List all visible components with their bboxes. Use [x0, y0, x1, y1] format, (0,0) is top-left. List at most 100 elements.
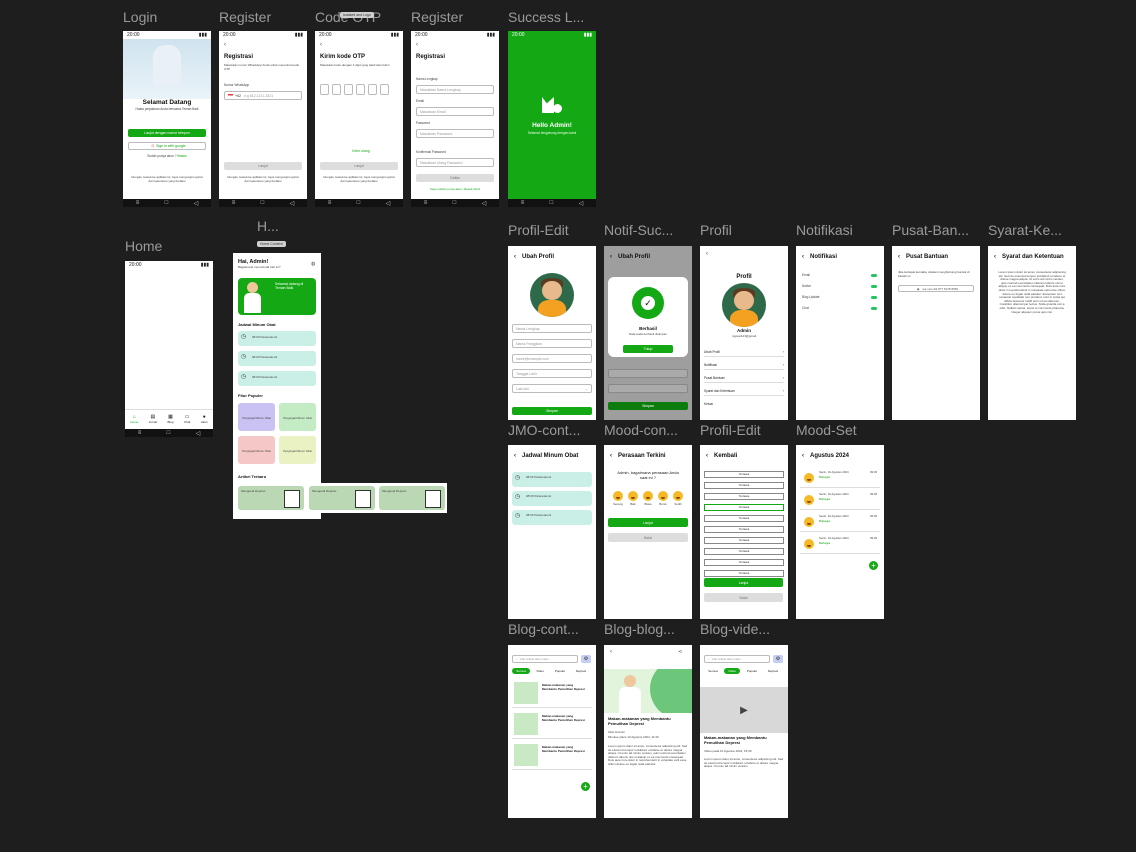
otp-digit-box[interactable]: [320, 84, 329, 95]
otp-digit-box[interactable]: [332, 84, 341, 95]
phone-login-button[interactable]: Lanjut dengan nomor telepon: [128, 129, 206, 137]
tab-video[interactable]: Video: [724, 668, 740, 674]
nav-jurnal[interactable]: ▤ Jurnal: [149, 414, 157, 424]
batal-button[interactable]: Batal: [704, 593, 783, 602]
search-input[interactable]: ⌕ Cari artikel atau video: [704, 655, 770, 663]
notif-toggle[interactable]: [871, 285, 877, 288]
frame-label-profil[interactable]: Profil: [700, 222, 732, 238]
menu-item-notifikasi[interactable]: Notifikasi ›: [704, 360, 784, 370]
mood-entry[interactable]: Senin, 19 Agustus 2024 Bahagia 09:00: [800, 513, 880, 532]
obat-card[interactable]: ◷ 08:00 Paracetamol: [512, 491, 592, 506]
search-input[interactable]: ⌕ Cari artikel atau video: [512, 655, 578, 663]
tab-populer[interactable]: Populer: [744, 668, 760, 674]
mood-option[interactable]: Tertawa: [704, 504, 784, 511]
fitur-card[interactable]: Pengingat Minum Obat: [279, 436, 316, 464]
bell-icon[interactable]: ◍: [311, 261, 315, 267]
mood-option[interactable]: Tertawa: [704, 537, 784, 544]
frame-label-blog-blog[interactable]: Blog-blog...: [604, 621, 675, 637]
nav-home[interactable]: ⌂ Home: [130, 414, 138, 424]
menu-item-bantuan[interactable]: Pusat Bantuan ›: [704, 373, 784, 383]
otp-digit-box[interactable]: [368, 84, 377, 95]
otp-digit-box[interactable]: [356, 84, 365, 95]
back-arrow-icon[interactable]: ‹: [898, 254, 900, 260]
back-arrow-icon[interactable]: ‹: [706, 453, 708, 459]
frame-label-success[interactable]: Success L...: [508, 9, 584, 25]
menu-item-keluar[interactable]: Keluar: [704, 399, 784, 408]
emoji-sedih-icon[interactable]: [673, 491, 683, 501]
mood-option[interactable]: Tertawa: [704, 526, 784, 533]
back-icon[interactable]: ◁: [386, 200, 391, 207]
nav-chat[interactable]: ▭ Chat: [184, 414, 190, 424]
back-icon[interactable]: ◁: [290, 200, 295, 207]
filter-icon[interactable]: ⚙: [773, 655, 783, 663]
resend-link[interactable]: Kirim ulang: [352, 149, 370, 153]
tab-semua[interactable]: Semua: [704, 668, 722, 674]
nav-blog[interactable]: ▦ Blog: [167, 414, 173, 424]
back-arrow-icon[interactable]: ‹: [994, 254, 996, 260]
frame-label-mood-con[interactable]: Mood-con...: [604, 422, 678, 438]
blog-item[interactable]: Makan-makanan yang Membantu Pemulihan De…: [512, 680, 592, 708]
obat-card[interactable]: ◷ 08:00 Paracetamol: [512, 510, 592, 525]
lanjut-button[interactable]: Lanjut: [704, 578, 783, 587]
artikel-card[interactable]: Mengenal Depresi: [238, 486, 304, 510]
menu-item-syarat[interactable]: Syarat dan Ketentuan ›: [704, 386, 784, 396]
avatar[interactable]: [530, 273, 574, 317]
tab-semua[interactable]: Semua: [512, 668, 530, 674]
password-input[interactable]: Masukkan Password: [416, 129, 494, 138]
blog-item[interactable]: Makan-makanan yang Membantu Pemulihan De…: [512, 742, 592, 770]
lanjut-button[interactable]: Lanjut: [224, 162, 302, 170]
gender-select[interactable]: Laki laki ⌄: [512, 384, 592, 393]
avatar[interactable]: [722, 283, 766, 327]
artikel-card[interactable]: Mengenal Depresi: [379, 486, 445, 510]
mood-option[interactable]: Tertawa: [704, 471, 784, 478]
confirm-input[interactable]: Masukkan Ulang Password: [416, 158, 494, 167]
back-arrow-icon[interactable]: ‹: [224, 42, 226, 49]
back-arrow-icon[interactable]: ‹: [802, 453, 804, 459]
lanjut-button[interactable]: Lanjut: [608, 518, 688, 527]
back-arrow-icon[interactable]: ‹: [610, 254, 612, 260]
fitur-card[interactable]: Pengingat Minum Obat: [238, 436, 275, 464]
whatsapp-contact[interactable]: ◉ wa.me/+62 877 6278 8350: [898, 285, 974, 292]
share-icon[interactable]: ⋖: [678, 649, 682, 655]
fitur-card[interactable]: Pengingat Minum Obat: [279, 403, 316, 431]
otp-digit-box[interactable]: [380, 84, 389, 95]
frame-label-jmo[interactable]: JMO-cont...: [508, 422, 580, 438]
back-icon[interactable]: ◁: [579, 200, 584, 207]
back-icon[interactable]: ◁: [194, 200, 199, 207]
menu-icon[interactable]: ≡: [232, 200, 236, 206]
menu-icon[interactable]: ≡: [521, 200, 525, 206]
notif-toggle[interactable]: [871, 296, 877, 299]
tab-depresi[interactable]: Depresi: [764, 668, 782, 674]
frame-label-login[interactable]: Login: [123, 9, 157, 25]
emoji-biasa-icon[interactable]: [643, 491, 653, 501]
name-input[interactable]: Masukkan Nama Lengkap: [416, 85, 494, 94]
frame-label-register-2[interactable]: Register: [411, 9, 463, 25]
frame-label-blog-cont[interactable]: Blog-cont...: [508, 621, 579, 637]
frame-label-profil-edit-2[interactable]: Profil-Edit: [700, 422, 761, 438]
frame-label-pusat-bantuan[interactable]: Pusat-Ban...: [892, 222, 969, 238]
nickname-input[interactable]: Nama Panggilan: [512, 339, 592, 348]
add-mood-button[interactable]: +: [869, 561, 878, 570]
filter-icon[interactable]: ⚙: [581, 655, 591, 663]
back-arrow-icon[interactable]: ‹: [610, 649, 612, 656]
mood-option[interactable]: Tertawa: [704, 548, 784, 555]
google-signin-button[interactable]: G Sign in with google: [128, 142, 206, 150]
home-icon[interactable]: □: [167, 430, 171, 436]
back-icon[interactable]: ◁: [196, 430, 201, 437]
menu-icon[interactable]: ≡: [424, 200, 428, 206]
fitur-card[interactable]: Pengingat Minum Obat: [238, 403, 275, 431]
back-arrow-icon[interactable]: ‹: [416, 42, 418, 49]
back-icon[interactable]: ◁: [482, 200, 487, 207]
home-icon[interactable]: □: [357, 200, 361, 206]
emoji-buruk-icon[interactable]: [658, 491, 668, 501]
mood-option[interactable]: Tertawa: [704, 559, 784, 566]
menu-icon[interactable]: ≡: [138, 430, 142, 436]
blog-item[interactable]: Makan-makanan yang Membantu Pemulihan De…: [512, 711, 592, 739]
emoji-senang-icon[interactable]: [613, 491, 623, 501]
mood-option[interactable]: Tertawa: [704, 482, 784, 489]
tab-video[interactable]: Video: [533, 668, 547, 674]
obat-card[interactable]: ◷ 08:00 Paracetamol: [512, 472, 592, 487]
emoji-baik-icon[interactable]: [628, 491, 638, 501]
back-arrow-icon[interactable]: ‹: [320, 42, 322, 49]
frame-label-blog-video[interactable]: Blog-vide...: [700, 621, 770, 637]
